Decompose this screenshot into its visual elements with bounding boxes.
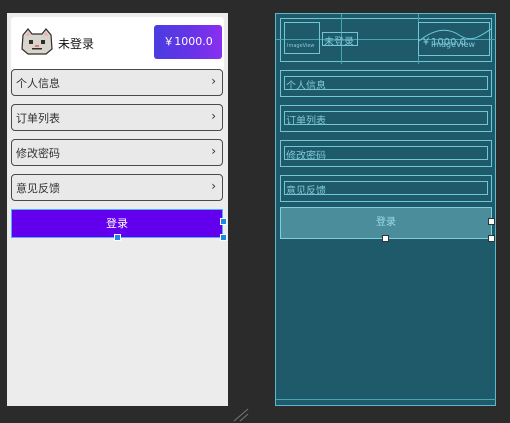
bp-resize-handle-right[interactable] bbox=[488, 218, 495, 225]
bp-avatar-image[interactable]: ImageView bbox=[284, 22, 320, 54]
bp-wave-icon bbox=[419, 28, 491, 42]
bp-menu-label: 意见反馈 bbox=[286, 186, 326, 197]
chevron-right-icon: › bbox=[211, 74, 216, 88]
user-header-card: 未登录 ￥1000.0 bbox=[11, 17, 224, 71]
bp-menu-text: 修改密码 bbox=[284, 146, 488, 162]
menu-item-label: 个人信息 bbox=[16, 77, 60, 90]
bp-menu-label: 个人信息 bbox=[286, 81, 326, 92]
bp-menu-label: 订单列表 bbox=[286, 116, 326, 127]
menu-item-label: 意见反馈 bbox=[16, 182, 60, 195]
chevron-right-icon: › bbox=[211, 144, 216, 158]
cat-avatar-icon[interactable] bbox=[19, 27, 55, 57]
chevron-right-icon: › bbox=[211, 179, 216, 193]
bp-menu-item[interactable]: 个人信息 bbox=[280, 70, 492, 97]
menu-item-orders[interactable]: 订单列表 › bbox=[11, 104, 223, 131]
bp-balance-image[interactable]: ￥1000.0 ImageView bbox=[418, 22, 491, 56]
menu-item-change-password[interactable]: 修改密码 › bbox=[11, 139, 223, 166]
bp-menu-item[interactable]: 修改密码 bbox=[280, 140, 492, 167]
chevron-right-icon: › bbox=[211, 109, 216, 123]
bp-resize-handle-corner[interactable] bbox=[488, 235, 495, 242]
bp-menu-label: 修改密码 bbox=[286, 151, 326, 162]
menu-item-label: 订单列表 bbox=[16, 112, 60, 125]
bp-imageview-label: ImageView bbox=[287, 43, 315, 49]
menu-item-feedback[interactable]: 意见反馈 › bbox=[11, 174, 223, 201]
bp-resize-handle-bottom[interactable] bbox=[382, 235, 389, 242]
balance-button[interactable]: ￥1000.0 bbox=[154, 25, 222, 59]
design-preview[interactable]: 未登录 ￥1000.0 个人信息 › 订单列表 › 修改密码 › 意见反馈 › … bbox=[7, 13, 228, 406]
resize-handle-bottom[interactable] bbox=[114, 234, 121, 241]
menu-item-label: 修改密码 bbox=[16, 147, 60, 160]
bp-menu-item[interactable]: 订单列表 bbox=[280, 105, 492, 132]
bp-menu-item[interactable]: 意见反馈 bbox=[280, 175, 492, 202]
bp-menu-text: 意见反馈 bbox=[284, 181, 488, 197]
bp-username-text[interactable]: 未登录 bbox=[322, 32, 358, 48]
bp-username-label: 未登录 bbox=[324, 37, 354, 48]
blueprint-preview[interactable]: ImageView 未登录 ￥1000.0 ImageView 个人信息 订单列… bbox=[275, 13, 496, 406]
menu-item-profile[interactable]: 个人信息 › bbox=[11, 69, 223, 96]
bp-menu-text: 个人信息 bbox=[284, 76, 488, 92]
bp-menu-text: 订单列表 bbox=[284, 111, 488, 127]
username-label: 未登录 bbox=[58, 37, 95, 51]
bp-guide bbox=[276, 399, 496, 400]
resize-handle-corner[interactable] bbox=[220, 234, 227, 241]
resize-handle-right[interactable] bbox=[220, 218, 227, 225]
resize-grip-icon[interactable] bbox=[232, 408, 250, 422]
